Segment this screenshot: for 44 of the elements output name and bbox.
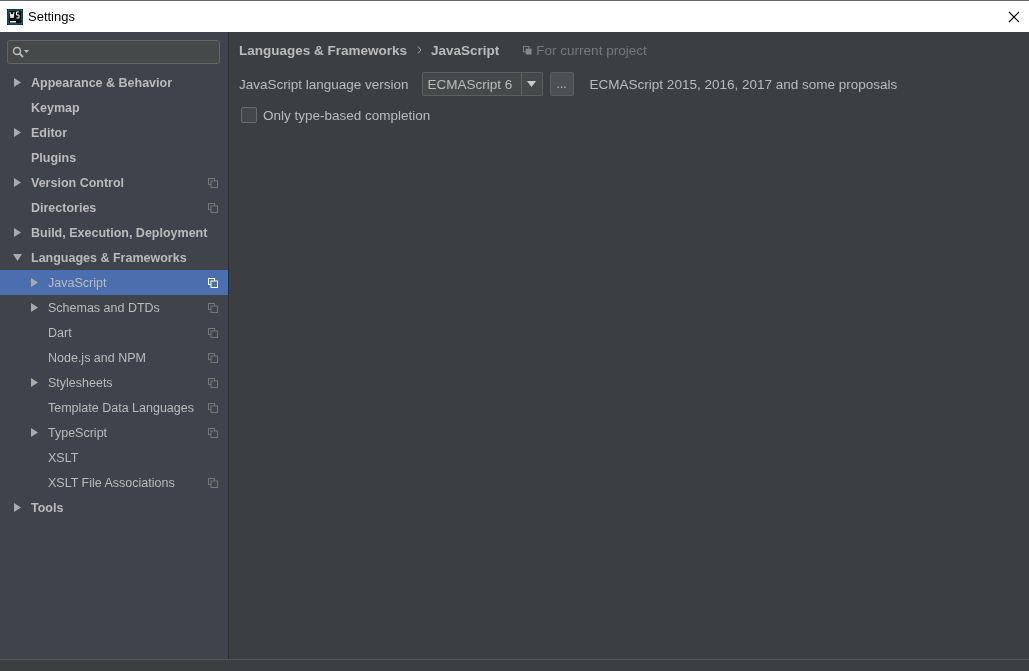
collapsed-arrow-icon[interactable] xyxy=(13,128,22,137)
tree-item[interactable]: JavaScript xyxy=(0,270,228,295)
collapsed-arrow-icon[interactable] xyxy=(30,303,39,312)
tree-item[interactable]: XSLT xyxy=(0,445,228,470)
collapsed-arrow-icon[interactable] xyxy=(13,78,22,87)
tree-item[interactable]: XSLT File Associations xyxy=(0,470,228,495)
collapsed-arrow-icon[interactable] xyxy=(13,503,22,512)
checkbox-label: Only type-based completion xyxy=(263,107,431,123)
checkbox[interactable] xyxy=(241,107,257,123)
version-dropdown[interactable]: ECMAScript 6 xyxy=(421,72,543,96)
search-field[interactable] xyxy=(7,40,220,64)
tree-item[interactable]: Languages & Frameworks xyxy=(0,245,228,270)
tree-item[interactable]: Dart xyxy=(0,320,228,345)
tree-item[interactable]: Schemas and DTDs xyxy=(0,295,228,320)
chevron-icon xyxy=(417,46,423,54)
copy-icon xyxy=(523,45,533,55)
tree-item[interactable]: Template Data Languages xyxy=(0,395,228,420)
window-title: Settings xyxy=(28,9,75,24)
tree-item[interactable]: Editor xyxy=(0,120,228,145)
tree-item[interactable]: Directories xyxy=(0,195,228,220)
collapsed-arrow-icon[interactable] xyxy=(13,178,22,187)
tree-item[interactable]: Version Control xyxy=(0,170,228,195)
search-icon xyxy=(12,46,30,58)
tree-item[interactable]: Plugins xyxy=(0,145,228,170)
tree-item[interactable]: Stylesheets xyxy=(0,370,228,395)
collapsed-arrow-icon[interactable] xyxy=(13,228,22,237)
expanded-arrow-icon[interactable] xyxy=(13,253,22,262)
tree-item[interactable]: Appearance & Behavior xyxy=(0,70,228,95)
caret-icon xyxy=(527,81,537,87)
tree-item[interactable]: Tools xyxy=(0,495,228,520)
breadcrumb-item: Languages & Frameworks xyxy=(239,42,408,58)
tree-item[interactable]: TypeScript xyxy=(0,420,228,445)
close-icon[interactable] xyxy=(1008,10,1020,23)
field-label: JavaScript language version xyxy=(239,76,409,92)
scope-label: For current project xyxy=(536,42,647,58)
version-description: ECMAScript 2015, 2016, 2017 and some proposals xyxy=(589,76,898,92)
collapsed-arrow-icon[interactable] xyxy=(30,428,39,437)
tree-item[interactable]: Keymap xyxy=(0,95,228,120)
tree-item[interactable]: Node.js and NPM xyxy=(0,345,228,370)
more-button[interactable]: ... xyxy=(549,72,574,96)
app-logo-icon xyxy=(7,8,23,25)
breadcrumb-item: JavaScript xyxy=(431,42,500,58)
tree-item[interactable]: Build, Execution, Deployment xyxy=(0,220,228,245)
collapsed-arrow-icon[interactable] xyxy=(30,378,39,387)
